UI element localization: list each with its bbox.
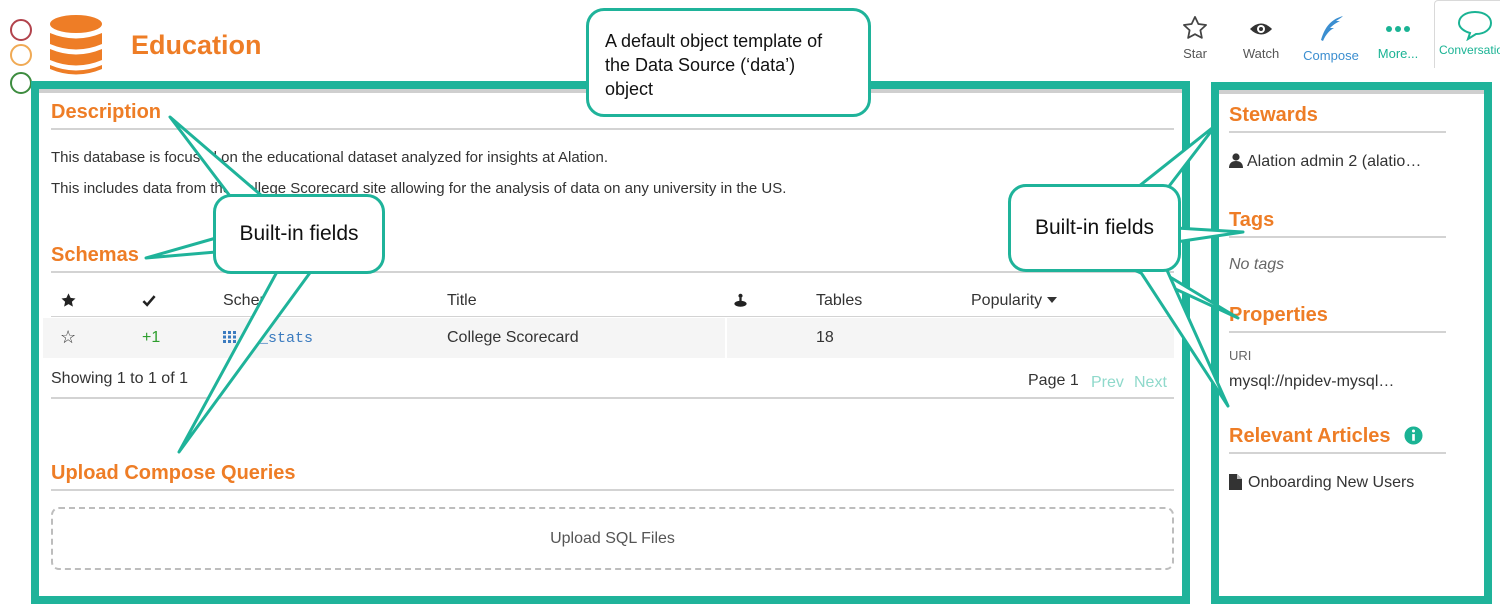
- row-title: College Scorecard: [447, 329, 579, 346]
- sidebar-top-border: [1219, 90, 1484, 94]
- more-button[interactable]: More...: [1372, 14, 1424, 61]
- row-tables-count: 18: [816, 329, 834, 346]
- builtin-fields-callout-left: Built-in fields: [213, 194, 385, 274]
- stewards-heading: Stewards: [1229, 104, 1318, 126]
- table-row[interactable]: [43, 318, 1174, 358]
- properties-heading: Properties: [1229, 304, 1328, 326]
- star-label: Star: [1183, 46, 1207, 61]
- eye-icon: [1250, 23, 1272, 35]
- uri-label: URI: [1229, 348, 1252, 363]
- showing-count: Showing 1 to 1 of 1: [51, 370, 188, 387]
- next-button[interactable]: Next: [1134, 374, 1167, 392]
- template-callout-line-3: object: [605, 79, 654, 99]
- description-heading: Description: [51, 101, 162, 123]
- database-icon: [50, 15, 102, 75]
- conversations-label: Conversations: [1439, 43, 1500, 57]
- properties-divider: [1229, 331, 1446, 333]
- relevant-articles-heading: Relevant Articles: [1229, 425, 1391, 447]
- stewards-divider: [1229, 131, 1446, 133]
- row-votes[interactable]: +1: [142, 329, 160, 347]
- schema-grid-icon: [223, 331, 236, 343]
- builtin-fields-callout-right: Built-in fields: [1008, 184, 1181, 272]
- description-line-1: This database is focused on the educatio…: [51, 149, 609, 166]
- more-label: More...: [1377, 46, 1419, 61]
- description-divider: [51, 128, 1174, 130]
- page-number: Page 1: [1028, 372, 1079, 389]
- info-icon[interactable]: [1404, 426, 1423, 445]
- uri-value: mysql://npidev-mysql…: [1229, 373, 1395, 390]
- steward-column-icon[interactable]: [733, 293, 748, 308]
- row-star-icon[interactable]: ☆: [60, 327, 76, 348]
- tags-heading: Tags: [1229, 209, 1275, 231]
- schemas-heading: Schemas: [51, 244, 139, 266]
- upload-heading: Upload Compose Queries: [51, 462, 296, 484]
- speech-bubble-icon: [1457, 10, 1493, 41]
- green-circle-icon: [10, 72, 32, 94]
- upload-divider: [51, 489, 1174, 491]
- steward-link[interactable]: Alation admin 2 (alatio…: [1247, 153, 1421, 171]
- more-dots-icon: [1386, 26, 1410, 32]
- template-callout: A default object template of the Data So…: [586, 8, 871, 117]
- watch-button[interactable]: Watch: [1238, 14, 1284, 61]
- schema-link[interactable]: ed_stats: [241, 330, 313, 347]
- star-button[interactable]: Star: [1180, 14, 1210, 61]
- pagination-divider: [51, 397, 1174, 399]
- header-actions: Star Watch Compose More... Conversations: [1168, 0, 1500, 80]
- tables-column-header[interactable]: Tables: [816, 292, 862, 310]
- popularity-label: Popularity: [971, 292, 1043, 309]
- document-icon: [1229, 474, 1242, 490]
- title-column-header[interactable]: Title: [447, 292, 477, 310]
- checkmark-column-icon[interactable]: [141, 293, 157, 308]
- row-separator: [725, 318, 727, 358]
- no-tags-text: No tags: [1229, 256, 1285, 273]
- page-title: Education: [131, 30, 262, 60]
- schema-column-header[interactable]: Schema: [223, 292, 282, 310]
- red-circle-icon: [10, 19, 32, 41]
- caret-down-icon: [1046, 297, 1057, 303]
- screen: Education Star Watch Compose More... Con…: [0, 0, 1500, 604]
- prev-button[interactable]: Prev: [1091, 374, 1124, 392]
- article-link[interactable]: Onboarding New Users: [1248, 474, 1414, 492]
- user-icon: [1229, 153, 1243, 168]
- table-header-divider: [51, 316, 1174, 317]
- template-callout-line-1: A default object template of: [605, 31, 823, 51]
- star-icon: [1183, 16, 1207, 39]
- articles-divider: [1229, 452, 1446, 454]
- tags-divider: [1229, 236, 1446, 238]
- conversations-tab[interactable]: Conversations: [1434, 0, 1500, 68]
- description-line-2: This includes data from the College Scor…: [51, 180, 787, 197]
- upload-sql-button[interactable]: Upload SQL Files: [51, 507, 1174, 570]
- popularity-column-header[interactable]: Popularity: [971, 292, 1057, 310]
- schemas-divider: [51, 271, 1174, 273]
- template-callout-line-2: the Data Source (‘data’): [605, 55, 796, 75]
- quill-icon: [1321, 16, 1343, 41]
- yellow-circle-icon: [10, 44, 32, 66]
- watch-label: Watch: [1242, 46, 1280, 61]
- compose-button[interactable]: Compose: [1298, 14, 1364, 63]
- compose-label: Compose: [1303, 48, 1359, 63]
- star-column-icon[interactable]: [60, 292, 77, 309]
